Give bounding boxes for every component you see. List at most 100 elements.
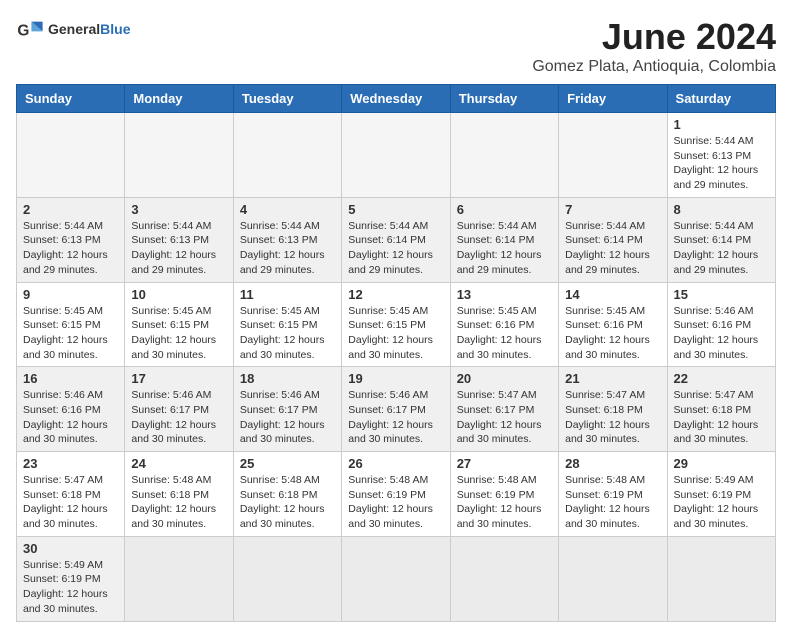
day-info: Sunrise: 5:44 AMSunset: 6:13 PMDaylight:… <box>131 219 226 278</box>
day-number: 4 <box>240 202 335 217</box>
day-info: Sunrise: 5:48 AMSunset: 6:18 PMDaylight:… <box>131 473 226 532</box>
day-info: Sunrise: 5:47 AMSunset: 6:18 PMDaylight:… <box>23 473 118 532</box>
weekday-header-monday: Monday <box>125 85 233 113</box>
day-number: 6 <box>457 202 552 217</box>
day-number: 13 <box>457 287 552 302</box>
week-row-5: 23 Sunrise: 5:47 AMSunset: 6:18 PMDayligh… <box>17 452 776 537</box>
calendar-cell: 7Sunrise: 5:44 AMSunset: 6:14 PMDaylight… <box>559 197 667 282</box>
day-info: Sunrise: 5:45 AMSunset: 6:16 PMDaylight:… <box>565 304 660 363</box>
day-info: Sunrise: 5:48 AMSunset: 6:19 PMDaylight:… <box>348 473 443 532</box>
calendar-cell <box>559 113 667 198</box>
day-info: Sunrise: 5:45 AMSunset: 6:15 PMDaylight:… <box>23 304 118 363</box>
logo-text-blue: Blue <box>100 21 130 37</box>
calendar-cell <box>342 536 450 621</box>
day-info: Sunrise: 5:44 AMSunset: 6:13 PMDaylight:… <box>240 219 335 278</box>
calendar-cell: 12Sunrise: 5:45 AMSunset: 6:15 PMDayligh… <box>342 282 450 367</box>
calendar-cell: 23 Sunrise: 5:47 AMSunset: 6:18 PMDayligh… <box>17 452 125 537</box>
day-info: Sunrise: 5:48 AMSunset: 6:19 PMDaylight:… <box>457 473 552 532</box>
day-number: 21 <box>565 371 660 386</box>
day-info: Sunrise: 5:45 AMSunset: 6:16 PMDaylight:… <box>457 304 552 363</box>
logo-icon: G <box>16 16 44 44</box>
calendar-cell: 20 Sunrise: 5:47 AMSunset: 6:17 PMDayligh… <box>450 367 558 452</box>
day-number: 17 <box>131 371 226 386</box>
day-number: 27 <box>457 456 552 471</box>
calendar-cell: 24 Sunrise: 5:48 AMSunset: 6:18 PMDayligh… <box>125 452 233 537</box>
calendar-cell: 19Sunrise: 5:46 AMSunset: 6:17 PMDayligh… <box>342 367 450 452</box>
day-info: Sunrise: 5:48 AMSunset: 6:18 PMDaylight:… <box>240 473 335 532</box>
calendar-cell: 22 Sunrise: 5:47 AMSunset: 6:18 PMDayligh… <box>667 367 775 452</box>
day-info: Sunrise: 5:49 AMSunset: 6:19 PMDaylight:… <box>674 473 769 532</box>
weekday-header-thursday: Thursday <box>450 85 558 113</box>
week-row-4: 16 Sunrise: 5:46 AMSunset: 6:16 PMDayligh… <box>17 367 776 452</box>
weekday-header-tuesday: Tuesday <box>233 85 341 113</box>
month-year-title: June 2024 <box>532 16 776 58</box>
calendar-cell: 6Sunrise: 5:44 AMSunset: 6:14 PMDaylight… <box>450 197 558 282</box>
calendar-cell: 1 Sunrise: 5:44 AMSunset: 6:13 PMDaylight… <box>667 113 775 198</box>
day-info: Sunrise: 5:44 AMSunset: 6:14 PMDaylight:… <box>674 219 769 278</box>
day-number: 26 <box>348 456 443 471</box>
calendar-table: SundayMondayTuesdayWednesdayThursdayFrid… <box>16 84 776 622</box>
calendar-cell: 30Sunrise: 5:49 AMSunset: 6:19 PMDayligh… <box>17 536 125 621</box>
calendar-cell: 26 Sunrise: 5:48 AMSunset: 6:19 PMDayligh… <box>342 452 450 537</box>
calendar-cell: 14 Sunrise: 5:45 AMSunset: 6:16 PMDayligh… <box>559 282 667 367</box>
day-number: 22 <box>674 371 769 386</box>
day-number: 1 <box>674 117 769 132</box>
page-header: G GeneralBlue June 2024 Gomez Plata, Ant… <box>16 16 776 76</box>
day-info: Sunrise: 5:45 AMSunset: 6:15 PMDaylight:… <box>240 304 335 363</box>
calendar-cell <box>17 113 125 198</box>
calendar-cell <box>450 536 558 621</box>
calendar-cell: 5 Sunrise: 5:44 AMSunset: 6:14 PMDaylight… <box>342 197 450 282</box>
day-number: 2 <box>23 202 118 217</box>
calendar-cell: 29 Sunrise: 5:49 AMSunset: 6:19 PMDayligh… <box>667 452 775 537</box>
weekday-header-saturday: Saturday <box>667 85 775 113</box>
calendar-cell <box>233 113 341 198</box>
day-number: 19 <box>348 371 443 386</box>
logo-text-general: General <box>48 21 100 37</box>
calendar-cell <box>559 536 667 621</box>
day-number: 20 <box>457 371 552 386</box>
calendar-cell: 17 Sunrise: 5:46 AMSunset: 6:17 PMDayligh… <box>125 367 233 452</box>
logo: G GeneralBlue <box>16 16 130 44</box>
day-info: Sunrise: 5:45 AMSunset: 6:15 PMDaylight:… <box>348 304 443 363</box>
calendar-cell: 3 Sunrise: 5:44 AMSunset: 6:13 PMDaylight… <box>125 197 233 282</box>
day-number: 16 <box>23 371 118 386</box>
day-info: Sunrise: 5:44 AMSunset: 6:14 PMDaylight:… <box>565 219 660 278</box>
calendar-cell: 11 Sunrise: 5:45 AMSunset: 6:15 PMDayligh… <box>233 282 341 367</box>
day-info: Sunrise: 5:46 AMSunset: 6:16 PMDaylight:… <box>674 304 769 363</box>
week-row-1: 1 Sunrise: 5:44 AMSunset: 6:13 PMDaylight… <box>17 113 776 198</box>
day-number: 15 <box>674 287 769 302</box>
day-number: 9 <box>23 287 118 302</box>
calendar-cell: 9 Sunrise: 5:45 AMSunset: 6:15 PMDaylight… <box>17 282 125 367</box>
day-number: 8 <box>674 202 769 217</box>
week-row-3: 9 Sunrise: 5:45 AMSunset: 6:15 PMDaylight… <box>17 282 776 367</box>
day-number: 23 <box>23 456 118 471</box>
day-number: 5 <box>348 202 443 217</box>
day-info: Sunrise: 5:47 AMSunset: 6:18 PMDaylight:… <box>674 388 769 447</box>
day-info: Sunrise: 5:46 AMSunset: 6:17 PMDaylight:… <box>240 388 335 447</box>
svg-text:G: G <box>17 23 29 40</box>
weekday-header-sunday: Sunday <box>17 85 125 113</box>
calendar-cell: 2 Sunrise: 5:44 AMSunset: 6:13 PMDaylight… <box>17 197 125 282</box>
day-number: 3 <box>131 202 226 217</box>
day-info: Sunrise: 5:44 AMSunset: 6:13 PMDaylight:… <box>23 219 118 278</box>
day-number: 18 <box>240 371 335 386</box>
day-info: Sunrise: 5:48 AMSunset: 6:19 PMDaylight:… <box>565 473 660 532</box>
day-info: Sunrise: 5:47 AMSunset: 6:18 PMDaylight:… <box>565 388 660 447</box>
calendar-cell <box>125 536 233 621</box>
calendar-cell: 27 Sunrise: 5:48 AMSunset: 6:19 PMDayligh… <box>450 452 558 537</box>
calendar-cell <box>450 113 558 198</box>
day-number: 10 <box>131 287 226 302</box>
day-info: Sunrise: 5:47 AMSunset: 6:17 PMDaylight:… <box>457 388 552 447</box>
title-section: June 2024 Gomez Plata, Antioquia, Colomb… <box>532 16 776 76</box>
calendar-cell: 8 Sunrise: 5:44 AMSunset: 6:14 PMDaylight… <box>667 197 775 282</box>
calendar-cell: 15 Sunrise: 5:46 AMSunset: 6:16 PMDayligh… <box>667 282 775 367</box>
day-number: 14 <box>565 287 660 302</box>
day-info: Sunrise: 5:44 AMSunset: 6:13 PMDaylight:… <box>674 134 769 193</box>
day-info: Sunrise: 5:46 AMSunset: 6:16 PMDaylight:… <box>23 388 118 447</box>
day-info: Sunrise: 5:44 AMSunset: 6:14 PMDaylight:… <box>348 219 443 278</box>
day-number: 24 <box>131 456 226 471</box>
day-number: 11 <box>240 287 335 302</box>
day-info: Sunrise: 5:46 AMSunset: 6:17 PMDaylight:… <box>131 388 226 447</box>
calendar-cell: 28Sunrise: 5:48 AMSunset: 6:19 PMDayligh… <box>559 452 667 537</box>
day-number: 29 <box>674 456 769 471</box>
